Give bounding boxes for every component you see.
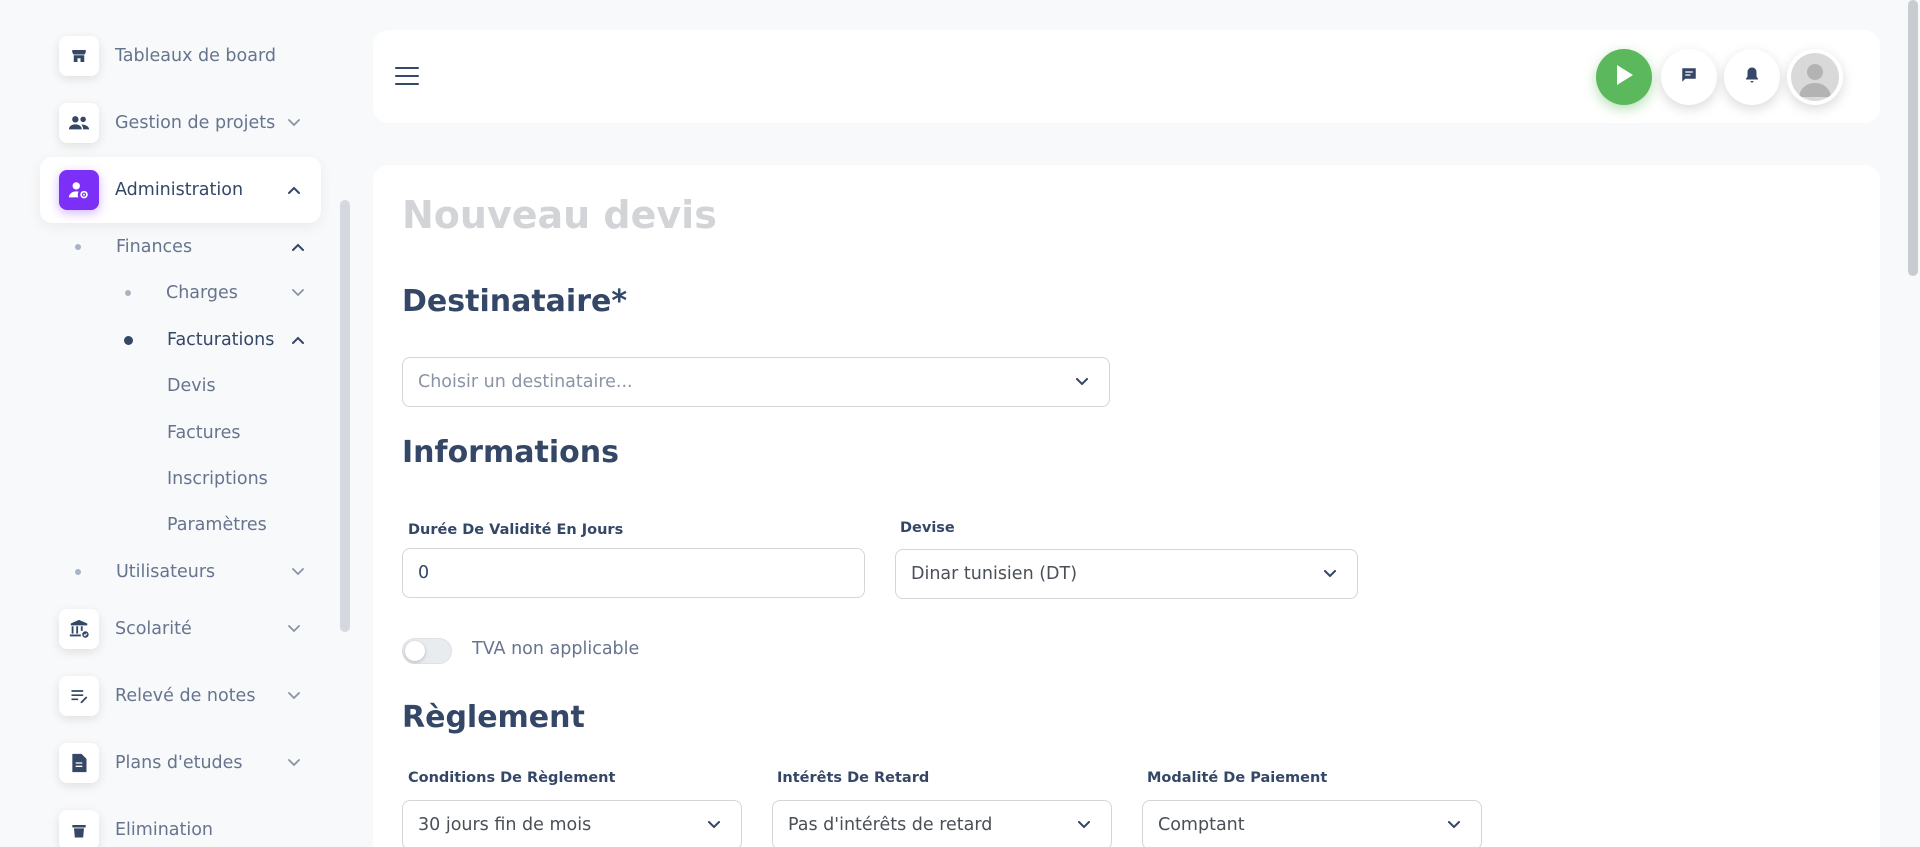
interets-label: Intérêts De Retard (777, 770, 930, 786)
section-title-reglement: Règlement (402, 700, 585, 735)
recipient-select[interactable]: Choisir un destinataire... (402, 357, 1110, 407)
sidebar-item-label: Finances (116, 237, 193, 257)
chevron-up-icon (291, 240, 305, 254)
sidebar-item-gestion-de-projets[interactable]: Gestion de projets (40, 90, 321, 156)
people-icon (59, 103, 99, 143)
chevron-down-icon (291, 286, 305, 300)
section-title-destinataire: Destinataire* (402, 284, 628, 319)
page-scrollbar[interactable] (1908, 0, 1918, 276)
chevron-down-icon (291, 565, 305, 579)
conditions-select-value: 30 jours fin de mois (418, 815, 592, 835)
chevron-up-icon (291, 333, 305, 347)
sidebar-item-charges[interactable]: Charges (125, 276, 305, 310)
sidebar-item-label: Relevé de notes (115, 686, 256, 706)
devise-select-value: Dinar tunisien (DT) (911, 564, 1078, 584)
sidebar-item-facturations[interactable]: Facturations (124, 323, 305, 357)
chevron-down-icon (287, 116, 301, 130)
duree-label: Durée De Validité En Jours (408, 522, 624, 538)
sidebar-item-label: Facturations (167, 330, 275, 350)
modalite-label: Modalité De Paiement (1147, 770, 1328, 786)
toggle-knob (405, 641, 425, 661)
sidebar-item-label: Gestion de projets (115, 113, 276, 133)
sidebar-item-label: Scolarité (115, 619, 192, 639)
devise-label: Devise (900, 520, 955, 536)
institution-icon (59, 609, 99, 649)
sidebar-item-label: Factures (167, 423, 241, 443)
sidebar-item-plans-d-etudes[interactable]: Plans d'etudes (40, 730, 321, 796)
conditions-reglement-select[interactable]: 30 jours fin de mois (402, 800, 742, 847)
sidebar-item-utilisateurs[interactable]: Utilisateurs (75, 555, 305, 589)
sidebar-item-scolarite[interactable]: Scolarité (40, 596, 321, 662)
sidebar-scrollbar[interactable] (340, 200, 350, 632)
sidebar-item-parametres[interactable]: Paramètres (167, 508, 267, 542)
duree-validite-input[interactable] (402, 548, 865, 598)
edit-note-icon (59, 676, 99, 716)
avatar[interactable] (1787, 49, 1843, 105)
shop-icon (59, 36, 99, 76)
sidebar-item-factures[interactable]: Factures (167, 416, 240, 450)
conditions-label: Conditions De Règlement (408, 770, 616, 786)
chevron-down-icon (1075, 375, 1089, 389)
chat-icon (1680, 66, 1698, 88)
bullet-icon (75, 569, 81, 575)
chevron-down-icon (1447, 818, 1461, 832)
document-icon (59, 743, 99, 783)
interets-retard-select[interactable]: Pas d'intérêts de retard (772, 800, 1112, 847)
sidebar: Tableaux de board Gestion de projets Adm… (0, 0, 360, 847)
sidebar-item-label: Plans d'etudes (115, 753, 243, 773)
sidebar-item-label: Elimination (115, 820, 214, 840)
modalite-paiement-select[interactable]: Comptant (1142, 800, 1482, 847)
admin-settings-icon (59, 170, 99, 210)
sidebar-item-devis[interactable]: Devis (167, 369, 216, 403)
elimination-icon (59, 810, 99, 847)
sidebar-item-tableaux-de-board[interactable]: Tableaux de board (40, 23, 321, 89)
duree-validite-field[interactable] (418, 563, 864, 583)
top-navbar (373, 30, 1880, 123)
modalite-select-value: Comptant (1158, 815, 1245, 835)
sidebar-item-label: Charges (166, 283, 238, 303)
sidebar-item-label: Inscriptions (167, 469, 268, 489)
notifications-button[interactable] (1724, 49, 1780, 105)
quote-form-card: Nouveau devis Destinataire* Choisir un d… (373, 165, 1880, 847)
chevron-down-icon (1077, 818, 1091, 832)
bell-icon (1744, 66, 1760, 88)
chevron-down-icon (707, 818, 721, 832)
devise-select[interactable]: Dinar tunisien (DT) (895, 549, 1358, 599)
sidebar-item-elimination[interactable]: Elimination (40, 797, 321, 847)
chevron-up-icon (287, 183, 301, 197)
tva-toggle-label: TVA non applicable (472, 639, 640, 659)
bullet-icon (125, 290, 131, 296)
chevron-down-icon (287, 756, 301, 770)
bullet-icon (75, 244, 81, 250)
user-avatar-icon (1791, 53, 1839, 101)
play-button[interactable] (1596, 49, 1652, 105)
chevron-down-icon (287, 689, 301, 703)
tva-toggle[interactable] (402, 638, 452, 664)
sidebar-item-label: Tableaux de board (115, 46, 276, 66)
chevron-down-icon (1323, 567, 1337, 581)
chevron-down-icon (287, 622, 301, 636)
sidebar-item-releve-de-notes[interactable]: Relevé de notes (40, 663, 321, 729)
recipient-select-placeholder: Choisir un destinataire... (418, 372, 633, 392)
sidebar-item-administration[interactable]: Administration (40, 157, 321, 223)
page-title: Nouveau devis (402, 193, 717, 237)
sidebar-item-label: Devis (167, 376, 216, 396)
sidebar-item-label: Administration (115, 180, 244, 200)
interets-select-value: Pas d'intérêts de retard (788, 815, 993, 835)
chat-button[interactable] (1661, 49, 1717, 105)
sidebar-item-label: Utilisateurs (116, 562, 216, 582)
sidebar-item-finances[interactable]: Finances (75, 230, 305, 264)
menu-icon[interactable] (395, 64, 419, 88)
sidebar-item-inscriptions[interactable]: Inscriptions (167, 462, 268, 496)
bullet-icon (124, 335, 133, 345)
sidebar-item-label: Paramètres (167, 515, 267, 535)
play-icon (1613, 63, 1635, 91)
section-title-informations: Informations (402, 435, 619, 470)
